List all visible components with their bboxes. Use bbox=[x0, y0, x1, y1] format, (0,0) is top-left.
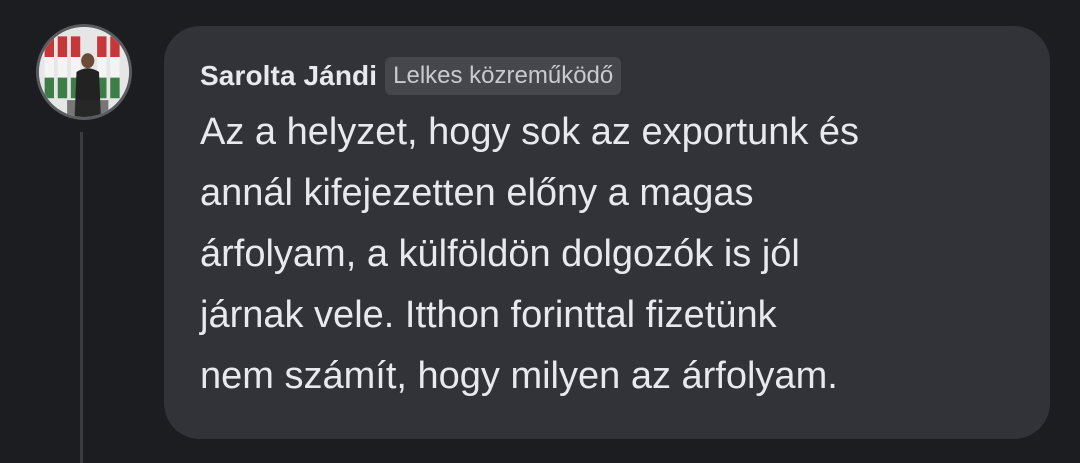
avatar-image bbox=[39, 27, 129, 117]
contributor-badge: Lelkes közreműködő bbox=[385, 57, 622, 95]
comment-text-line: árfolyam, a külföldön dolgozók is jól bbox=[200, 233, 800, 275]
comment-text-line: járnak vele. Itthon forinttal fizetünk bbox=[200, 294, 777, 336]
comment-text-line: annál kifejezetten előny a magas bbox=[200, 172, 754, 214]
comment-bubble: Sarolta Jándi Lelkes közreműködő Az a he… bbox=[164, 26, 1050, 439]
author-row: Sarolta Jándi Lelkes közreműködő bbox=[200, 56, 1014, 96]
avatar[interactable] bbox=[36, 24, 132, 120]
thread-line bbox=[80, 132, 83, 463]
comment-text: Az a helyzet, hogy sok az exportunk és a… bbox=[200, 102, 1014, 407]
comment-text-line: nem számít, hogy milyen az árfolyam. bbox=[200, 355, 838, 397]
comment-text-line: Az a helyzet, hogy sok az exportunk és bbox=[200, 111, 860, 153]
author-name[interactable]: Sarolta Jándi bbox=[200, 60, 377, 92]
